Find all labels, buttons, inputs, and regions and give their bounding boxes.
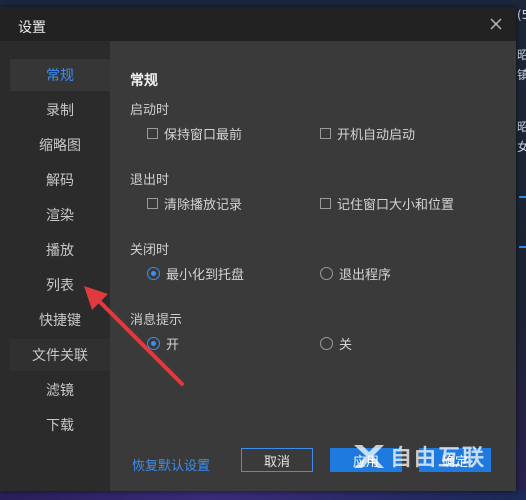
settings-content: 常规 启动时 保持窗口最前 开机自动启动 退出时 清除播放记录 记住窗口大小和位…: [110, 41, 516, 491]
sidebar-item-record[interactable]: 录制: [10, 94, 110, 126]
reset-defaults-link[interactable]: 恢复默认设置: [132, 455, 210, 474]
checkbox-box[interactable]: [147, 128, 158, 139]
radio-button[interactable]: [320, 337, 333, 350]
sidebar-item-decode[interactable]: 解码: [10, 164, 110, 196]
group-title-exit: 退出时: [130, 173, 170, 188]
radio-button[interactable]: [320, 267, 333, 280]
dialog-titlebar: 设置: [0, 7, 516, 41]
background-text: 女: [517, 140, 526, 154]
section-heading: 常规: [130, 73, 158, 89]
group-title-close: 关闭时: [130, 243, 170, 258]
radio-label: 最小化到托盘: [166, 268, 245, 283]
radio-label: 关: [339, 338, 353, 353]
background-text: 昭: [517, 48, 526, 62]
settings-dialog: 设置 常规 录制 缩略图 解码 渲染 播放 列表 快捷键 文件关联 滤镜 下载 …: [0, 7, 516, 491]
sidebar-item-render[interactable]: 渲染: [10, 199, 110, 231]
background-accent-line: [519, 246, 526, 248]
sidebar-item-playback[interactable]: 播放: [10, 234, 110, 266]
sidebar-item-file-association[interactable]: 文件关联: [10, 339, 110, 371]
checkbox-label: 记住窗口大小和位置: [337, 198, 455, 213]
checkbox-clear-history[interactable]: 清除播放记录: [147, 194, 242, 213]
group-title-notify: 消息提示: [130, 313, 183, 328]
settings-sidebar: 常规 录制 缩略图 解码 渲染 播放 列表 快捷键 文件关联 滤镜 下载: [10, 59, 110, 439]
radio-button[interactable]: [147, 267, 160, 280]
close-icon: [490, 18, 502, 30]
sidebar-item-hotkeys[interactable]: 快捷键: [10, 304, 110, 336]
cancel-button[interactable]: 取消: [241, 448, 313, 472]
sidebar-item-list[interactable]: 列表: [10, 269, 110, 301]
close-button[interactable]: [486, 14, 506, 34]
radio-exit-program[interactable]: 退出程序: [320, 264, 391, 283]
radio-label: 开: [166, 338, 180, 353]
background-text: 镇: [517, 68, 526, 82]
radio-notify-off[interactable]: 关: [320, 334, 352, 353]
background-text: 昭: [517, 120, 526, 134]
sidebar-item-thumbnail[interactable]: 缩略图: [10, 129, 110, 161]
checkbox-label: 开机自动启动: [337, 128, 416, 143]
checkbox-auto-start[interactable]: 开机自动启动: [320, 124, 415, 143]
background-strip: [0, 490, 526, 500]
sidebar-item-general[interactable]: 常规: [10, 59, 110, 91]
checkbox-box[interactable]: [320, 198, 331, 209]
apply-button[interactable]: 应用: [330, 448, 402, 472]
ok-button[interactable]: 确定: [419, 448, 491, 472]
checkbox-label: 保持窗口最前: [164, 128, 243, 143]
radio-notify-on[interactable]: 开: [147, 334, 179, 353]
sidebar-item-download[interactable]: 下载: [10, 409, 110, 441]
dialog-title: 设置: [18, 20, 46, 36]
radio-label: 退出程序: [339, 268, 392, 283]
checkbox-stay-on-top[interactable]: 保持窗口最前: [147, 124, 242, 143]
radio-button[interactable]: [147, 337, 160, 350]
checkbox-label: 清除播放记录: [164, 198, 243, 213]
sidebar-item-filter[interactable]: 滤镜: [10, 374, 110, 406]
group-title-startup: 启动时: [130, 103, 170, 118]
checkbox-box[interactable]: [147, 198, 158, 209]
radio-minimize-to-tray[interactable]: 最小化到托盘: [147, 264, 244, 283]
checkbox-remember-window[interactable]: 记住窗口大小和位置: [320, 194, 454, 213]
checkbox-box[interactable]: [320, 128, 331, 139]
background-text: (5: [517, 8, 526, 22]
background-accent-line: [519, 196, 526, 198]
